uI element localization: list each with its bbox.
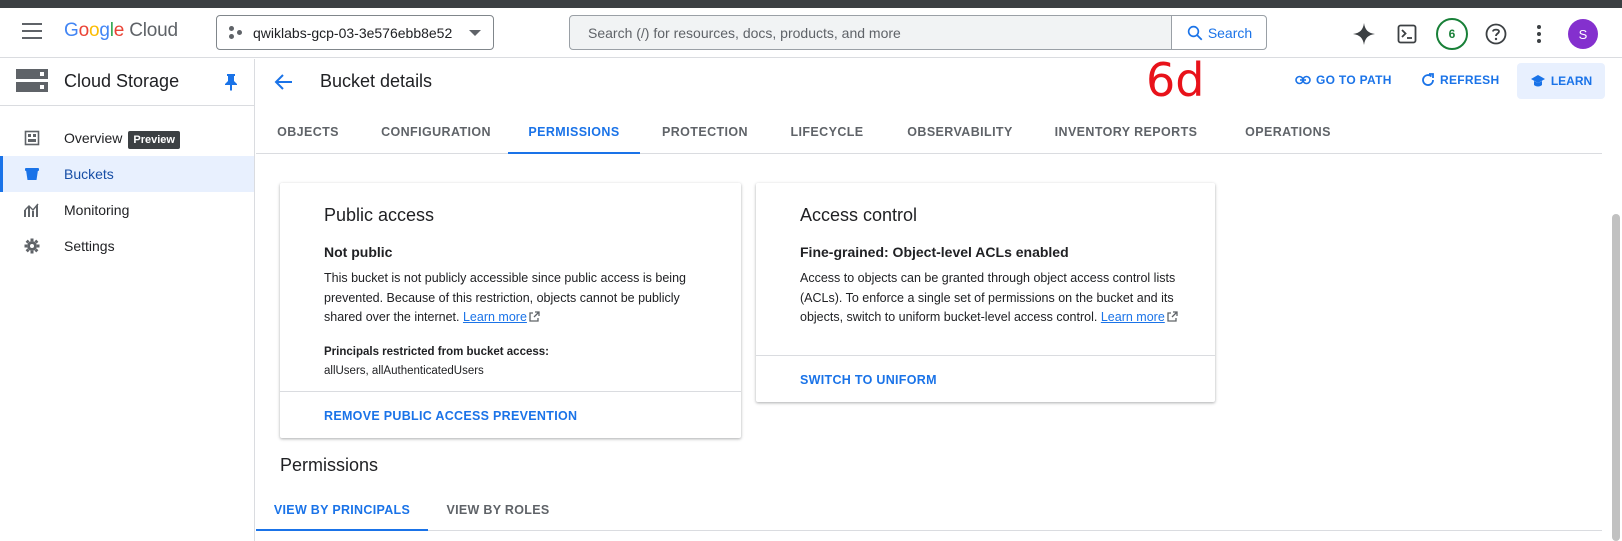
permissions-section-title: Permissions [280,455,379,475]
notifications-badge[interactable]: 6 [1436,18,1468,50]
google-cloud-logo[interactable]: Google Cloud [64,20,178,42]
learn-more-link[interactable]: Learn more [463,310,527,324]
sidebar-item-overview[interactable]: Overview Preview [0,120,254,156]
main-content: Bucket details 6d GO TO PATH REFRESH LEA… [256,53,1622,541]
project-selector[interactable]: qwiklabs-gcp-03-3e576ebb8e52 [216,15,494,50]
page-header: Bucket details 6d GO TO PATH REFRESH LEA… [256,53,1622,107]
card-divider [756,355,1215,356]
tab-objects[interactable]: OBJECTS [256,108,360,154]
learn-label: LEARN [1550,74,1593,88]
open-in-new-icon [529,311,540,322]
card-divider [280,391,741,392]
browser-top-strip [0,0,1622,8]
learn-button[interactable]: LEARN [1517,63,1605,99]
go-to-path-button[interactable]: GO TO PATH [1295,73,1392,87]
cloud-storage-icon [16,69,48,93]
sidebar-item-buckets[interactable]: Buckets [0,156,254,192]
annotation-label: 6d [1146,53,1205,107]
gear-icon [24,238,40,254]
sidebar-item-label: Monitoring [64,202,130,218]
access-control-description: Access to objects can be granted through… [800,269,1190,328]
tab-view-by-principals[interactable]: VIEW BY PRINCIPALS [256,487,428,531]
tab-observability[interactable]: OBSERVABILITY [884,108,1036,154]
refresh-label: REFRESH [1440,73,1500,87]
switch-to-uniform-button[interactable]: SWITCH TO UNIFORM [800,373,937,387]
pin-icon[interactable] [224,73,238,91]
tab-configuration[interactable]: CONFIGURATION [360,108,512,154]
search-button[interactable]: Search [1171,16,1266,49]
product-title: Cloud Storage [64,71,180,91]
project-icon [229,25,243,40]
help-icon[interactable] [1480,18,1512,50]
link-icon [1295,75,1311,85]
refresh-button[interactable]: REFRESH [1421,73,1499,87]
learn-more-link[interactable]: Learn more [1101,310,1165,324]
public-access-card: Public access Not public This bucket is … [280,183,741,438]
tab-lifecycle[interactable]: LIFECYCLE [770,108,884,154]
public-access-title: Public access [324,205,435,225]
menu-icon[interactable] [22,23,42,39]
preview-badge: Preview [128,131,180,149]
access-control-title: Access control [800,205,918,225]
sidebar-item-label: Overview Preview [64,130,180,149]
sidebar-item-settings[interactable]: Settings [0,228,254,264]
tab-operations[interactable]: OPERATIONS [1216,108,1360,154]
sidebar-item-label: Buckets [64,166,114,182]
sidebar: Cloud Storage Overview Preview Buckets Mo… [0,59,255,541]
refresh-icon [1422,73,1434,86]
search-bar[interactable]: Search (/) for resources, docs, products… [569,15,1267,50]
sidebar-header: Cloud Storage [0,59,254,106]
bucket-icon [25,168,39,180]
public-access-description: This bucket is not publicly accessible s… [324,269,714,328]
school-icon [1530,75,1545,87]
search-icon [1187,25,1203,40]
scrollbar-thumb[interactable] [1612,214,1620,541]
vertical-scrollbar[interactable] [1610,206,1622,541]
tab-view-by-roles[interactable]: VIEW BY ROLES [428,487,568,531]
search-input[interactable]: Search (/) for resources, docs, products… [570,25,1171,41]
page-title: Bucket details [320,71,433,91]
principals-label: Principals restricted from bucket access… [324,346,549,358]
caret-down-icon [469,30,481,36]
top-bar: Google Cloud qwiklabs-gcp-03-3e576ebb8e5… [0,8,1622,58]
public-access-status: Not public [324,244,393,260]
back-arrow-icon[interactable] [274,72,294,92]
remove-public-access-prevention-button[interactable]: REMOVE PUBLIC ACCESS PREVENTION [324,409,577,423]
monitoring-icon [24,203,39,217]
bucket-tabs: OBJECTS CONFIGURATION PERMISSIONS PROTEC… [256,108,1602,154]
tab-inventory-reports[interactable]: INVENTORY REPORTS [1036,108,1216,154]
sidebar-item-monitoring[interactable]: Monitoring [0,192,254,228]
dashboard-icon [24,130,40,146]
gemini-sparkle-icon[interactable] [1348,18,1380,50]
overview-label: Overview [64,130,123,146]
sidebar-item-label: Settings [64,238,115,254]
principals-value: allUsers, allAuthenticatedUsers [324,365,484,377]
more-vert-icon[interactable] [1523,18,1555,50]
go-to-path-label: GO TO PATH [1316,73,1392,87]
access-control-status: Fine-grained: Object-level ACLs enabled [800,244,1069,260]
cloud-shell-icon[interactable] [1391,18,1423,50]
search-button-label: Search [1207,24,1253,41]
open-in-new-icon [1167,311,1178,322]
access-control-card: Access control Fine-grained: Object-leve… [756,183,1215,402]
project-name: qwiklabs-gcp-03-3e576ebb8e52 [253,24,453,41]
tab-permissions[interactable]: PERMISSIONS [508,108,640,154]
tab-protection[interactable]: PROTECTION [640,108,770,154]
permissions-view-tabs: VIEW BY PRINCIPALS VIEW BY ROLES [256,487,1602,531]
avatar[interactable]: S [1568,19,1598,49]
logo-cloud-text: Cloud [129,20,178,41]
